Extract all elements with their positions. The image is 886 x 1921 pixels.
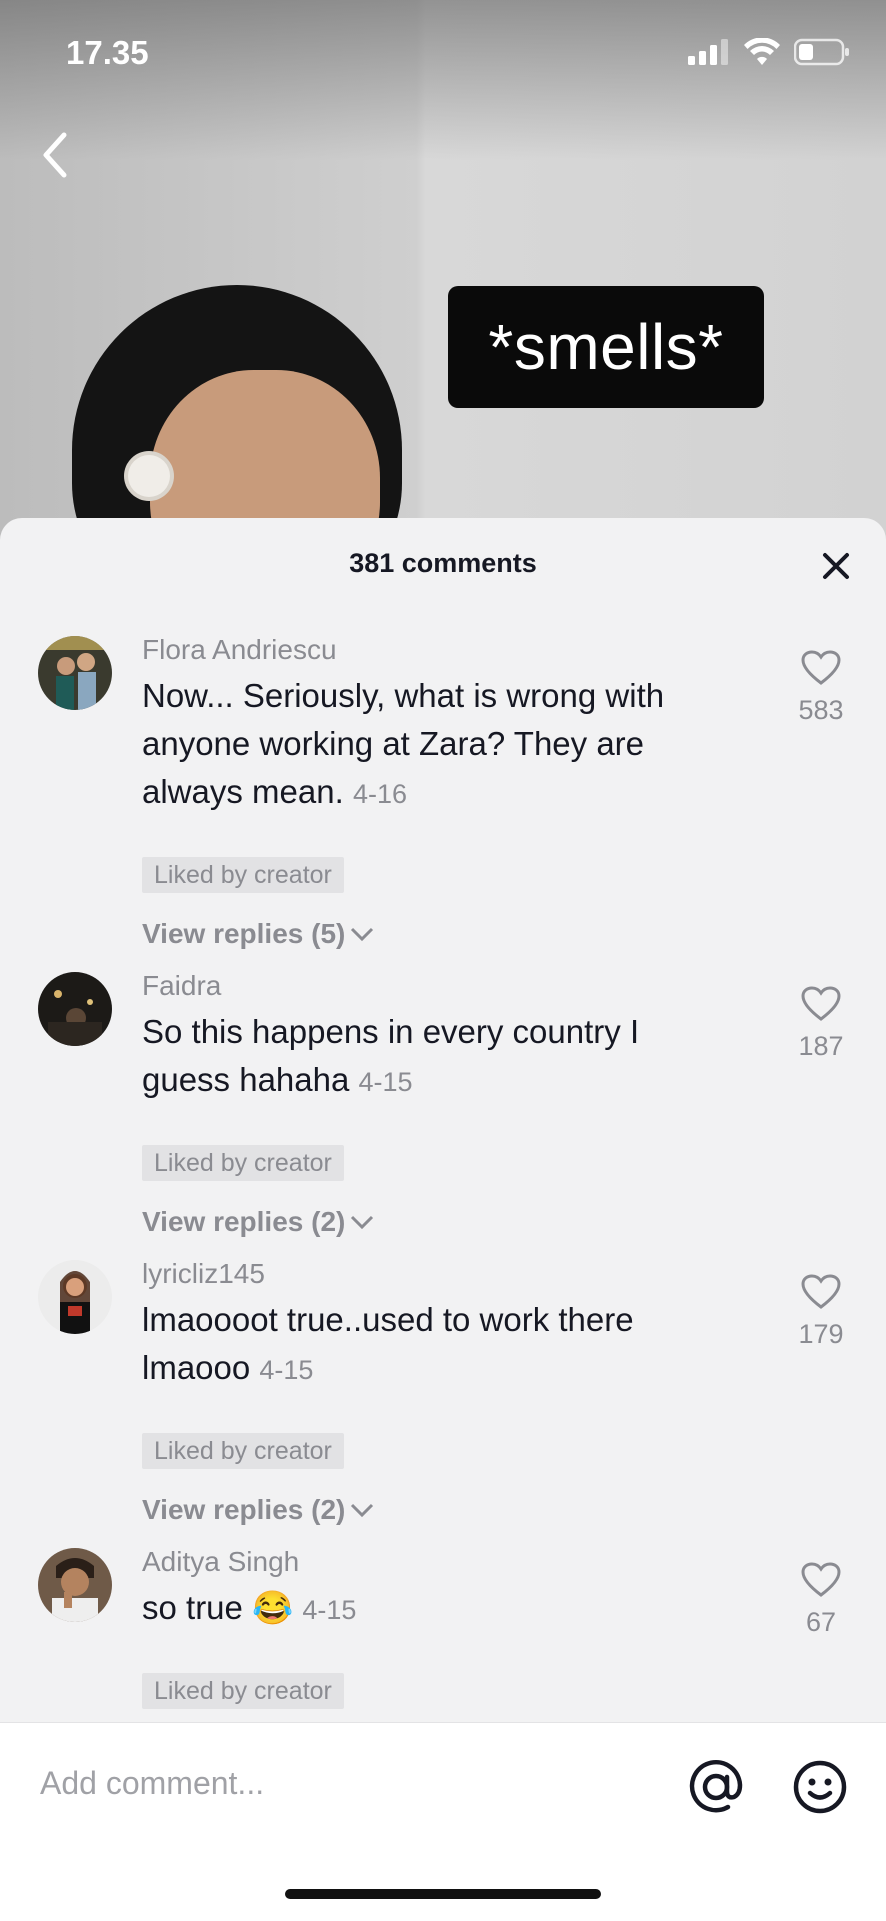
status-time: 17.35 [66, 34, 149, 71]
like-count: 179 [798, 1319, 844, 1349]
avatar[interactable] [38, 636, 112, 710]
liked-by-creator-badge: Liked by creator [142, 857, 344, 893]
chevron-down-icon [351, 927, 374, 942]
status-icons [688, 38, 850, 66]
like-count: 67 [805, 1607, 837, 1637]
heart-icon [801, 986, 841, 1021]
like-button[interactable]: 187 [786, 986, 856, 1062]
avatar[interactable] [38, 972, 112, 1046]
at-sign-icon [689, 1759, 743, 1813]
comment-text-block: lmaoooot true..used to work there lmaooo… [142, 1296, 702, 1394]
comment-text-block: so true 😂 4-15 [142, 1584, 702, 1634]
heart-icon [801, 650, 841, 685]
like-button[interactable]: 583 [786, 650, 856, 726]
heart-icon [801, 1562, 841, 1597]
avatar-image [38, 1548, 112, 1622]
comment-date: 4-15 [259, 1355, 314, 1385]
comment-text: lmaoooot true..used to work there lmaooo [142, 1301, 634, 1386]
smiley-icon [793, 1760, 847, 1814]
like-count: 187 [798, 1031, 844, 1061]
comments-panel: 381 comments Flora Andriescu Now... Seri… [0, 518, 886, 1920]
comment-username[interactable]: lyricliz145 [142, 1258, 265, 1290]
view-replies-button[interactable]: View replies (2) [142, 1494, 375, 1526]
view-replies-label: View replies (2) [142, 1494, 346, 1525]
close-comments-button[interactable] [816, 546, 856, 586]
like-button[interactable]: 67 [786, 1562, 856, 1638]
video-earbud [128, 455, 170, 497]
emoji-button[interactable] [792, 1759, 848, 1815]
chevron-down-icon [351, 1215, 374, 1230]
liked-by-creator-badge: Liked by creator [142, 1673, 344, 1709]
cellular-signal-icon [688, 39, 728, 65]
comment-text-block: Now... Seriously, what is wrong with any… [142, 672, 702, 818]
battery-icon [794, 38, 849, 66]
avatar-image [38, 1260, 112, 1334]
status-bar: 17.35 [0, 0, 886, 110]
chevron-down-icon [351, 1503, 374, 1518]
avatar-image [38, 636, 112, 710]
like-button[interactable]: 179 [786, 1274, 856, 1350]
like-count: 583 [798, 695, 844, 725]
avatar-image [38, 972, 112, 1046]
comment-input-bar: Add comment... [0, 1722, 886, 1921]
comments-count-title: 381 comments [349, 548, 537, 578]
heart-icon [801, 1274, 841, 1309]
comment-text-block: So this happens in every country I guess… [142, 1008, 702, 1106]
comment-date: 4-16 [352, 779, 407, 809]
view-replies-button[interactable]: View replies (2) [142, 1206, 375, 1238]
close-icon [823, 553, 849, 579]
liked-by-creator-badge: Liked by creator [142, 1433, 344, 1469]
view-replies-label: View replies (5) [142, 918, 346, 949]
home-indicator [285, 1889, 601, 1899]
comment-text: so true 😂 [142, 1589, 294, 1626]
video-caption-sticker: *smells* [448, 286, 764, 408]
comment-date: 4-15 [358, 1067, 413, 1097]
comment-date: 4-15 [302, 1595, 357, 1625]
back-button[interactable] [30, 125, 80, 185]
chevron-left-icon [43, 132, 67, 178]
mention-button[interactable] [688, 1759, 744, 1815]
avatar[interactable] [38, 1260, 112, 1334]
comment-username[interactable]: Faidra [142, 970, 221, 1002]
view-replies-button[interactable]: View replies (5) [142, 918, 375, 950]
comment-username[interactable]: Flora Andriescu [142, 634, 337, 666]
add-comment-input[interactable]: Add comment... [40, 1765, 264, 1802]
wifi-icon [744, 38, 780, 65]
liked-by-creator-badge: Liked by creator [142, 1145, 344, 1181]
comment-username[interactable]: Aditya Singh [142, 1546, 299, 1578]
avatar[interactable] [38, 1548, 112, 1622]
view-replies-label: View replies (2) [142, 1206, 346, 1237]
